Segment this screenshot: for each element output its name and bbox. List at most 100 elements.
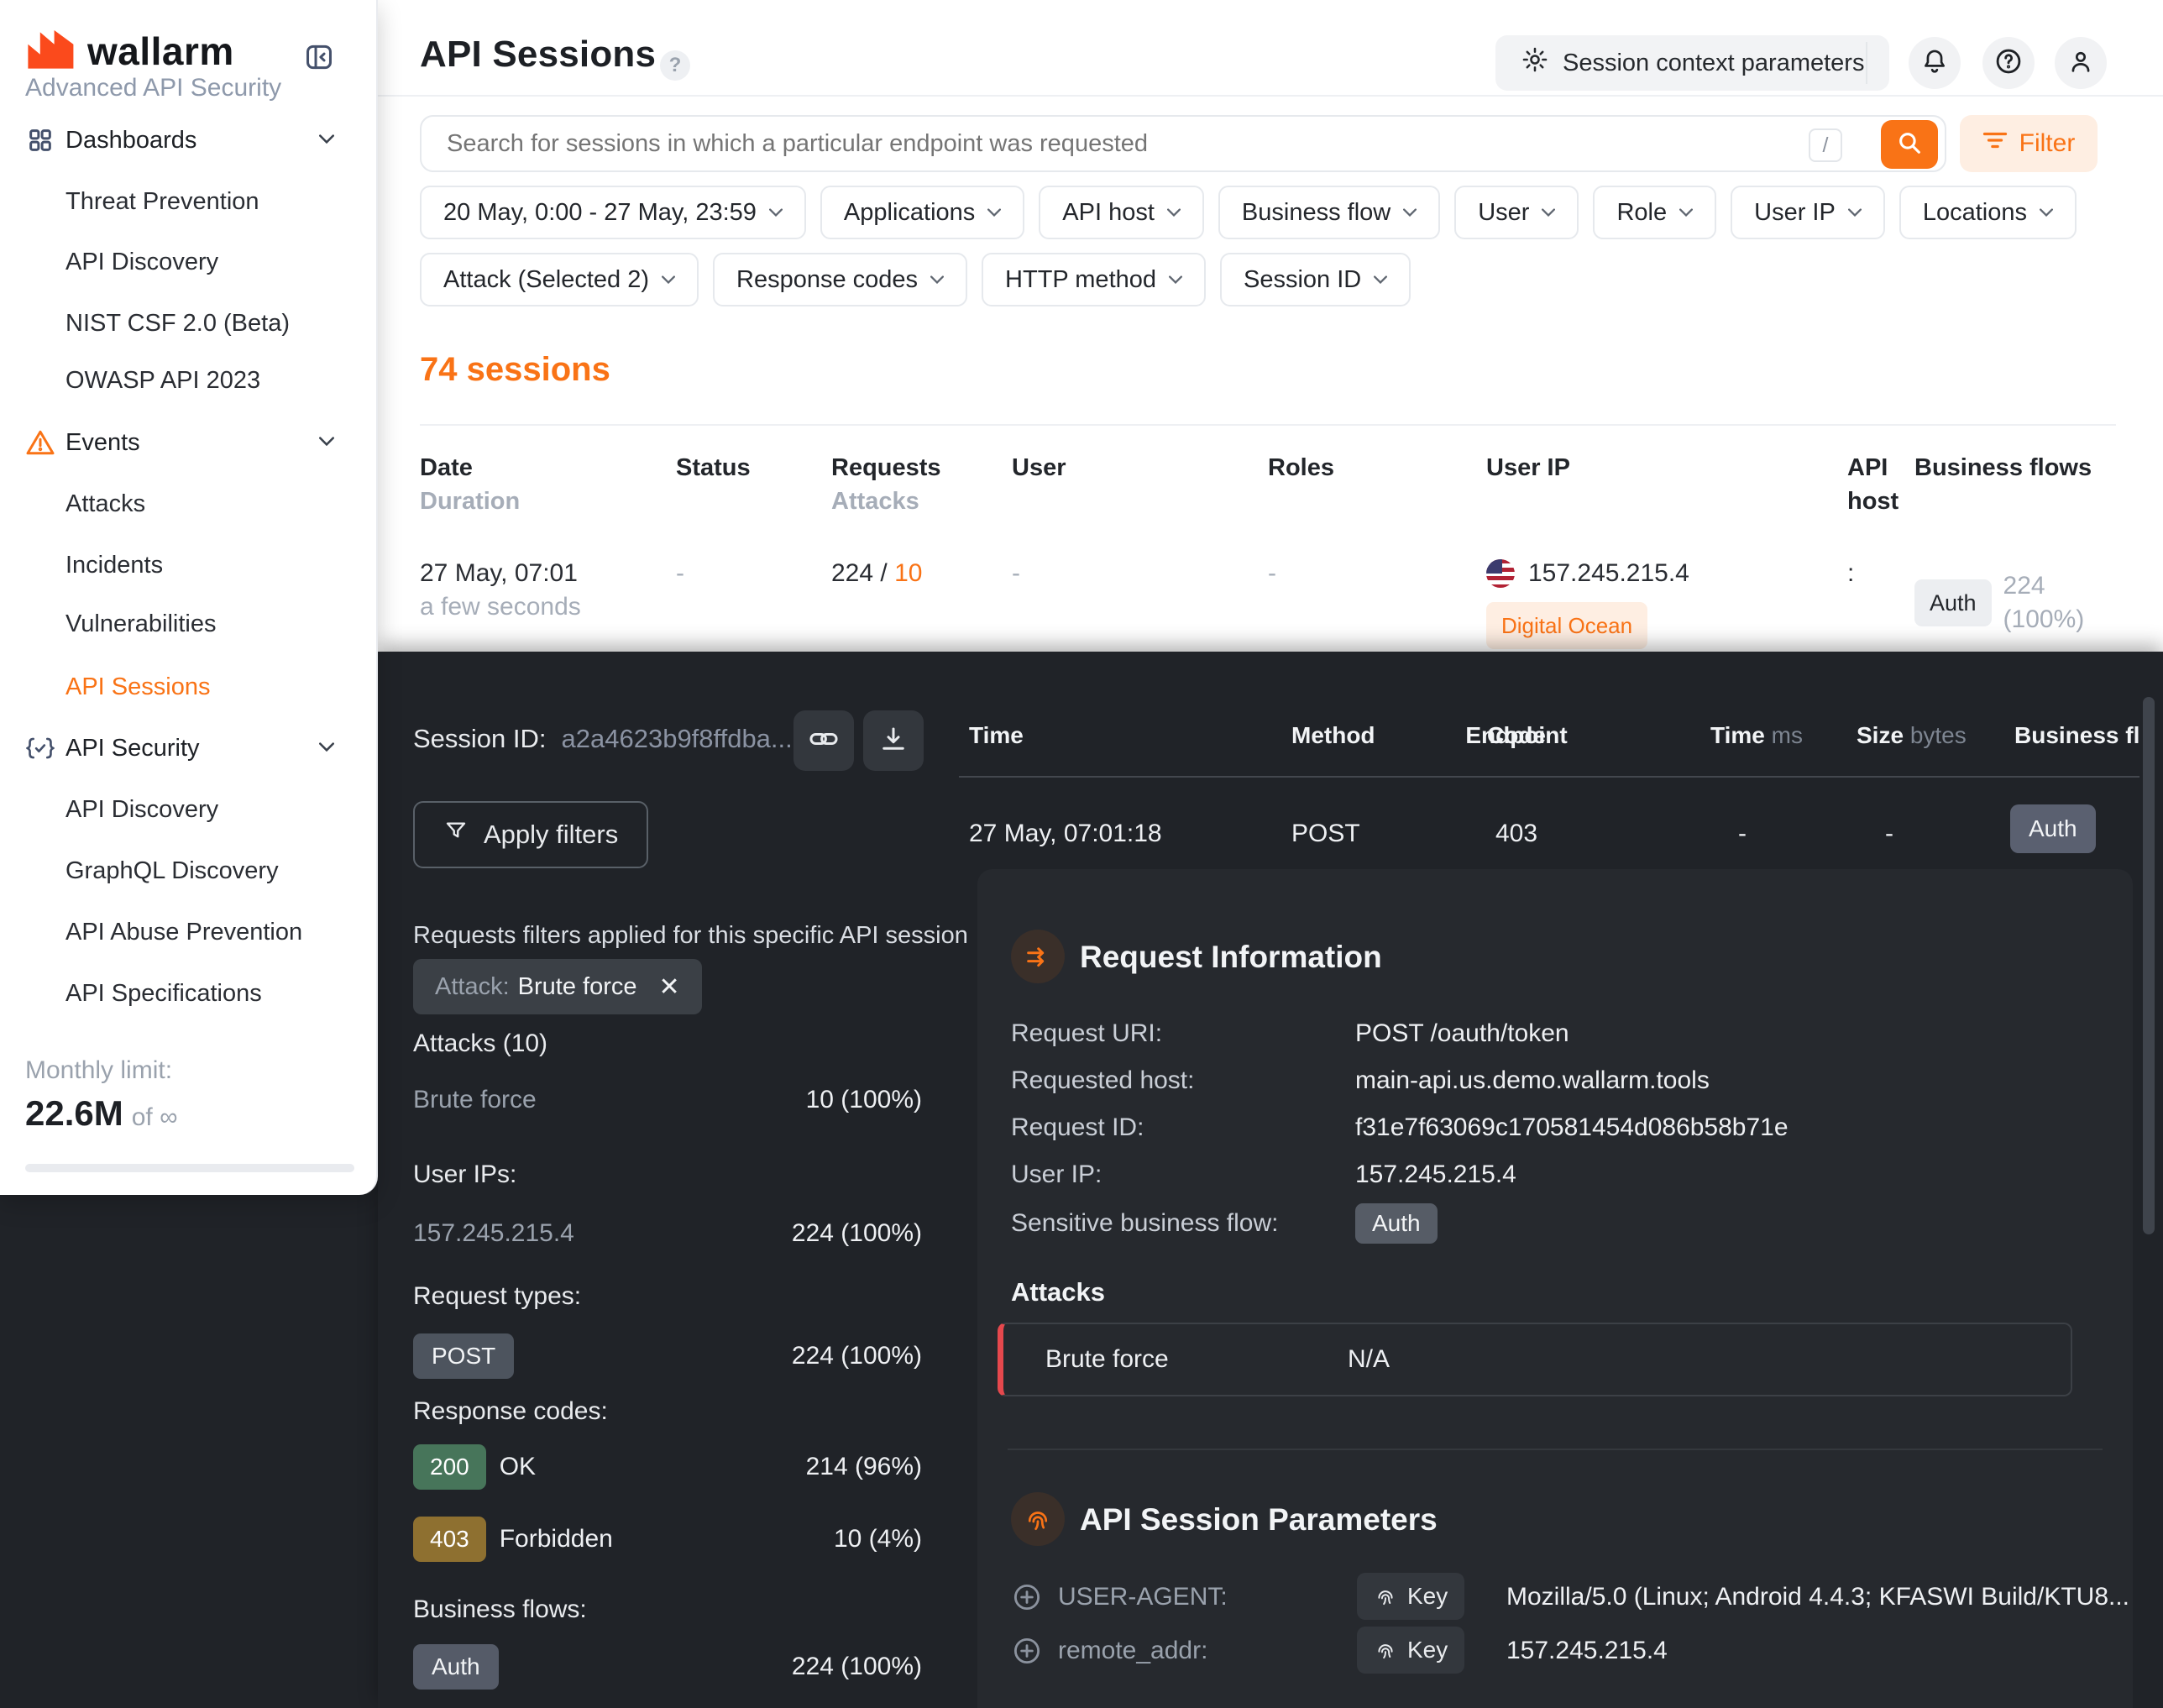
sidebar-item-incidents[interactable]: Incidents: [0, 540, 376, 590]
title-help-icon[interactable]: ?: [660, 50, 690, 81]
session-id-filter[interactable]: Session ID: [1220, 253, 1411, 306]
session-context-parameters-button[interactable]: Session context parameters: [1495, 35, 1889, 91]
role-filter[interactable]: Role: [1593, 186, 1716, 239]
filter-button[interactable]: Filter: [1960, 115, 2098, 172]
response-codes-filter[interactable]: Response codes: [713, 253, 967, 306]
user-agent-param-row: USER-AGENT: Key Mozilla/5.0 (Linux; Andr…: [1011, 1573, 2099, 1623]
apply-filters-button[interactable]: Apply filters: [413, 801, 648, 868]
download-button[interactable]: [863, 710, 924, 771]
param-value: 157.245.215.4: [1506, 1637, 1668, 1665]
search-bar: /: [420, 115, 1946, 172]
brand-subtitle: Advanced API Security: [25, 74, 281, 102]
session-row[interactable]: 27 May, 07:01a few seconds - 224 / 10 - …: [420, 518, 2116, 649]
brand-name[interactable]: wallarm: [87, 29, 234, 74]
sensitive-flow-row: Sensitive business flow: Auth: [1011, 1200, 2099, 1247]
provider-badge: Digital Ocean: [1486, 602, 1647, 649]
attack-filter[interactable]: Attack (Selected 2): [420, 253, 699, 306]
col-date[interactable]: DateDuration: [420, 451, 676, 518]
request-row-method: POST: [1291, 820, 1360, 848]
key-badge[interactable]: Key: [1357, 1573, 1464, 1620]
col-status[interactable]: Status: [676, 451, 831, 518]
param-label: remote_addr:: [1058, 1637, 1207, 1665]
gear-icon: [1521, 45, 1549, 81]
circle-plus-icon[interactable]: [1011, 1581, 1043, 1617]
col-time[interactable]: Time: [969, 722, 1024, 749]
search-input[interactable]: [447, 130, 1945, 158]
date-range-filter[interactable]: 20 May, 0:00 - 27 May, 23:59: [420, 186, 806, 239]
cell-api-host: :: [1847, 557, 1914, 649]
cell-status: -: [676, 557, 831, 649]
request-row-code: 403: [1424, 820, 1609, 848]
attack-filter-chip[interactable]: Attack: Brute force ✕: [413, 959, 702, 1014]
sidebar-item-threat-prevention[interactable]: Threat Prevention: [0, 176, 376, 227]
sidebar-item-api-discovery-2[interactable]: API Discovery: [0, 784, 376, 835]
request-row-time[interactable]: 27 May, 07:01:18: [969, 820, 1162, 848]
filter-chips-row-1: 20 May, 0:00 - 27 May, 23:59 Application…: [420, 186, 2077, 239]
us-flag-icon: [1486, 559, 1515, 588]
api-host-filter[interactable]: API host: [1039, 186, 1204, 239]
card-attacks-title: Attacks: [1011, 1277, 1105, 1307]
help-button[interactable]: [1982, 37, 2035, 89]
attack-stat-row[interactable]: Brute force 10 (100%): [413, 1086, 922, 1114]
monthly-limit-progress: [25, 1164, 354, 1172]
col-requests[interactable]: RequestsAttacks: [831, 451, 1012, 518]
collapse-sidebar-button[interactable]: [302, 40, 336, 74]
sidebar-group-dashboards[interactable]: Dashboards: [0, 115, 376, 165]
col-endpoint-code[interactable]: Endpoint Code: [1424, 722, 1609, 756]
sidebar-item-api-specifications[interactable]: API Specifications: [0, 968, 376, 1019]
locations-filter[interactable]: Locations: [1899, 186, 2077, 239]
sidebar-item-owasp-api[interactable]: OWASP API 2023: [0, 355, 376, 406]
sidebar-item-api-abuse-prevention[interactable]: API Abuse Prevention: [0, 907, 376, 957]
col-business-flows[interactable]: Business flows: [1914, 451, 2116, 518]
col-roles[interactable]: Roles: [1268, 451, 1486, 518]
copy-link-button[interactable]: [793, 710, 854, 771]
account-button[interactable]: [2055, 37, 2107, 89]
sidebar-item-vulnerabilities[interactable]: Vulnerabilities: [0, 599, 376, 649]
business-flow-filter[interactable]: Business flow: [1218, 186, 1440, 239]
request-row-size: -: [1885, 820, 1893, 848]
business-flow-stat-row[interactable]: Auth 224 (100%): [413, 1644, 922, 1690]
user-ip-filter[interactable]: User IP: [1731, 186, 1885, 239]
user-ip-stat-row[interactable]: 157.245.215.4 224 (100%): [413, 1219, 922, 1248]
scrollbar[interactable]: [2143, 697, 2155, 1234]
sidebar-item-nist-csf[interactable]: NIST CSF 2.0 (Beta): [0, 298, 376, 348]
sessions-table: DateDuration Status RequestsAttacks User…: [420, 424, 2116, 649]
api-sessions-page: API Sessions ? Session context parameter…: [0, 0, 2163, 1708]
col-api-host[interactable]: APIhost: [1847, 451, 1914, 518]
sidebar-item-api-sessions[interactable]: API Sessions: [0, 662, 376, 712]
sidebar-item-attacks[interactable]: Attacks: [0, 479, 376, 529]
response-code-403-row[interactable]: 403 Forbidden 10 (4%): [413, 1517, 922, 1562]
cell-requests: 224 / 10: [831, 557, 1012, 649]
col-time-ms[interactable]: Time ms: [1710, 722, 1803, 749]
http-method-filter[interactable]: HTTP method: [982, 253, 1206, 306]
sidebar-group-api-security[interactable]: API Security: [0, 723, 376, 773]
param-value: Mozilla/5.0 (Linux; Android 4.4.3; KFASW…: [1506, 1583, 2129, 1611]
col-user[interactable]: User: [1012, 451, 1268, 518]
chevron-down-icon: [319, 435, 334, 450]
sidebar-group-events[interactable]: Events: [0, 417, 376, 468]
sidebar-item-graphql-discovery[interactable]: GraphQL Discovery: [0, 846, 376, 896]
col-business-flows-dark[interactable]: Business fl: [2014, 722, 2139, 749]
link-icon: [808, 723, 840, 759]
circle-plus-icon[interactable]: [1011, 1635, 1043, 1671]
user-filter[interactable]: User: [1454, 186, 1579, 239]
response-code-200-row[interactable]: 200 OK 214 (96%): [413, 1444, 922, 1490]
col-user-ip[interactable]: User IP: [1486, 451, 1847, 518]
notifications-button[interactable]: [1909, 37, 1961, 89]
request-details-card: Request Information Request URI:POST /oa…: [977, 869, 2133, 1708]
col-size-bytes[interactable]: Size bytes: [1857, 722, 1967, 749]
attack-detail-row[interactable]: Brute force N/A: [998, 1323, 2072, 1396]
session-id-value[interactable]: a2a4623b9f8ffdba...: [562, 724, 793, 754]
page-title: API Sessions: [420, 34, 656, 76]
request-type-stat-row[interactable]: POST 224 (100%): [413, 1333, 922, 1379]
filter-icon: [1982, 129, 2008, 158]
sidebar-item-api-discovery[interactable]: API Discovery: [0, 237, 376, 287]
search-button[interactable]: [1881, 120, 1938, 169]
col-method[interactable]: Method: [1291, 722, 1375, 749]
post-method-badge: POST: [413, 1333, 514, 1379]
requests-table-divider: [959, 776, 2139, 778]
key-badge[interactable]: Key: [1357, 1627, 1464, 1674]
user-ip-row: User IP:157.245.215.4: [1011, 1151, 2099, 1198]
applications-filter[interactable]: Applications: [820, 186, 1024, 239]
close-icon[interactable]: ✕: [659, 972, 680, 1002]
